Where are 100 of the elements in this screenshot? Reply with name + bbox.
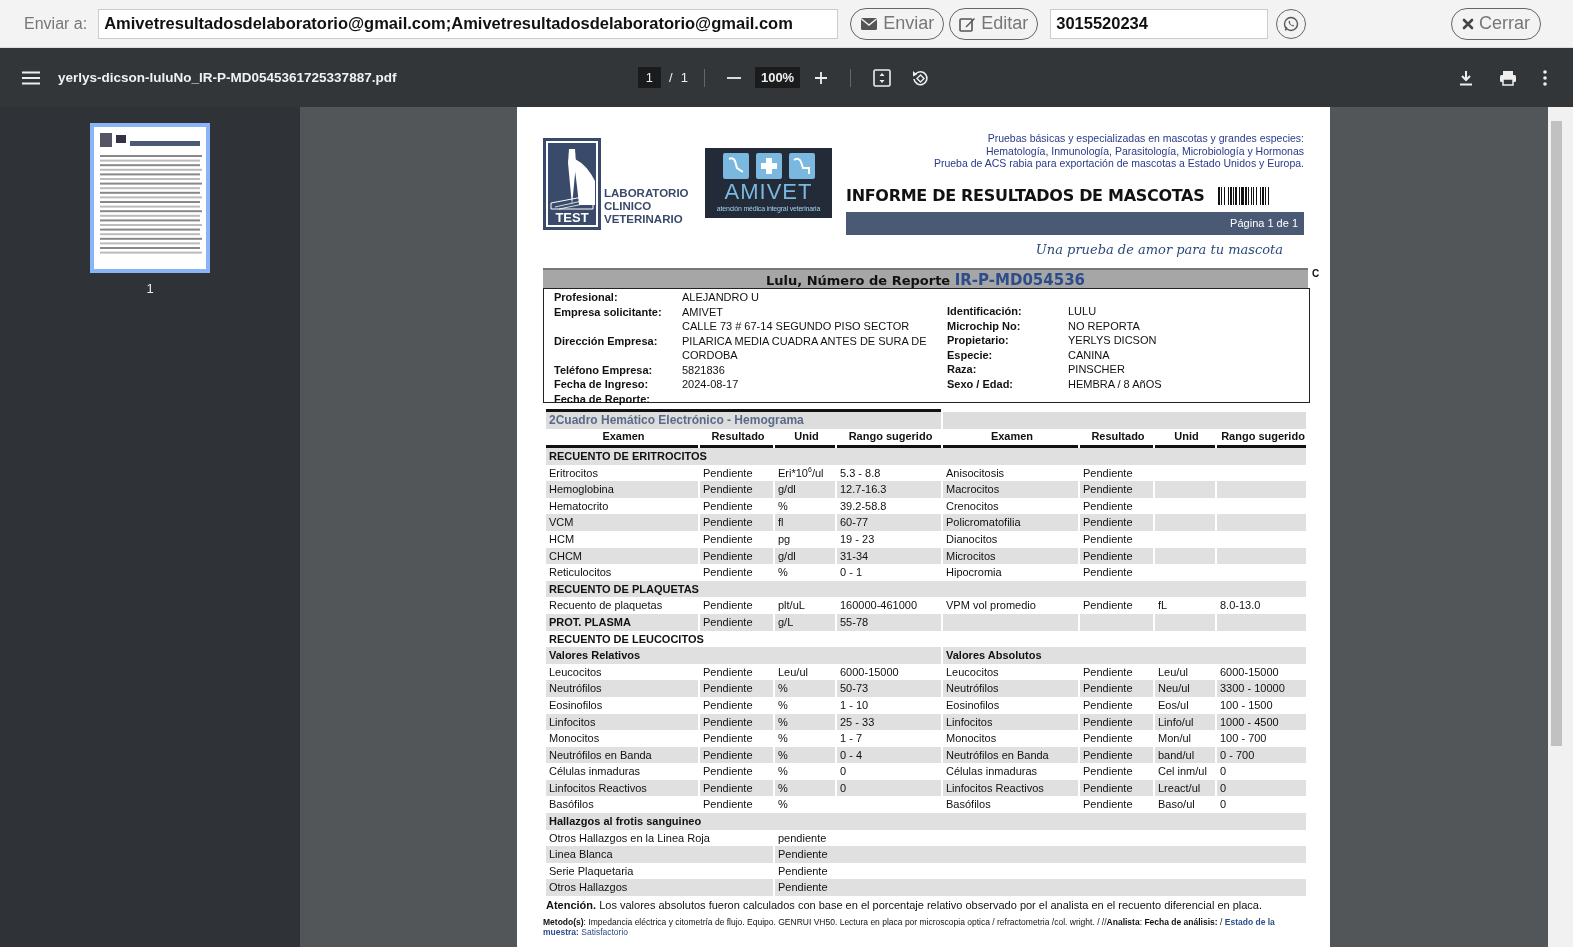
table-cell-text: Células inmaduras bbox=[548, 764, 642, 780]
scrollbar-thumb[interactable] bbox=[1551, 121, 1562, 746]
table-cell-text: Células inmaduras bbox=[945, 764, 1039, 780]
table-cell-text: Pendiente bbox=[702, 465, 754, 481]
field-label: Sexo / Edad: bbox=[947, 376, 1015, 391]
rotate-icon bbox=[911, 68, 930, 87]
table-cell-text: Eos/ul bbox=[1157, 697, 1190, 713]
table-cell: Neutrófilos bbox=[546, 680, 698, 697]
table-cell-text: Monocitos bbox=[548, 731, 601, 747]
send-button[interactable]: Enviar bbox=[850, 7, 945, 40]
print-icon bbox=[1499, 69, 1517, 86]
section-label: RECUENTO DE ERITROCITOS bbox=[546, 448, 1306, 465]
table-cell-text: Leu/ul bbox=[1157, 664, 1189, 680]
field-value: 5821836 bbox=[682, 362, 726, 377]
table-cell-text: % bbox=[777, 565, 789, 581]
field-label: Profesional: bbox=[554, 290, 619, 305]
table-cell-text: Leucocitos bbox=[548, 664, 603, 680]
table-cell-text: Hipocromia bbox=[945, 565, 1003, 581]
table-cell-text: 1 - 7 bbox=[839, 731, 863, 747]
table-cell-text: % bbox=[777, 764, 789, 780]
table-cell: Linea Blanca bbox=[546, 846, 773, 863]
table-cell: 55-78 bbox=[837, 613, 941, 631]
email-field[interactable]: Amivetresultadosdelaboratorio@gmail.com;Amivetresultadosdelaboratorio@gmail.com bbox=[98, 8, 839, 39]
table-cell-text: Dianocitos bbox=[945, 531, 999, 547]
table-cell: Neu/ul bbox=[1155, 680, 1215, 697]
table-cell: Pendiente bbox=[700, 713, 773, 731]
table-cell-text: Pendiente bbox=[1082, 498, 1134, 514]
services-line: Hematología, Inmunología, Parasitología, Microbiología y Hormonas bbox=[985, 144, 1304, 157]
table-cell-text: HCM bbox=[548, 531, 576, 547]
edit-button[interactable]: Editar bbox=[949, 7, 1039, 40]
table-cell-text: Eosinofilos bbox=[548, 697, 604, 713]
table-cell: 1000 - 4500 bbox=[1217, 713, 1306, 731]
lab-name-line: VETERINARIO bbox=[604, 213, 684, 226]
table-cell: Pendiente bbox=[700, 613, 773, 631]
field-value: HEMBRA / 8 AñOS bbox=[1068, 376, 1163, 391]
table-cell: 3300 - 10000 bbox=[1217, 680, 1306, 697]
table-cell: 60-77 bbox=[837, 514, 941, 531]
table-cell-text: Pendiente bbox=[702, 797, 754, 813]
page-thumbnail[interactable] bbox=[90, 123, 210, 273]
table-cell-text: Basófilos bbox=[548, 797, 595, 813]
table-cell: Otros Hallazgos bbox=[546, 879, 773, 897]
table-cell: VCM bbox=[546, 514, 698, 531]
field-label: Fecha de Ingreso: bbox=[554, 377, 650, 392]
table-cell-text: 0 - 1 bbox=[839, 565, 863, 581]
table-cell: Pendiente bbox=[700, 746, 773, 764]
table-cell-text: fL bbox=[1157, 598, 1169, 614]
table-cell: g/dl bbox=[775, 547, 835, 565]
table-cell-text: Basófilos bbox=[945, 797, 992, 813]
table-cell: Pendiente bbox=[1080, 481, 1153, 498]
table-cell-text: Leu/ul bbox=[777, 664, 809, 680]
table-cell-text: Leucocitos bbox=[945, 664, 1000, 680]
table-cell-text: 1 - 10 bbox=[839, 697, 870, 713]
zoom-field[interactable]: 100% bbox=[754, 67, 801, 88]
table-cell-text: Eosinofilos bbox=[945, 697, 1001, 713]
table-cell: Linfo/ul bbox=[1155, 713, 1215, 731]
field-value: YERLYS DICSON bbox=[1068, 333, 1158, 348]
table-cell-text: Reticulocitos bbox=[548, 565, 613, 581]
table-cell-text: 6000-15000 bbox=[839, 664, 900, 680]
field-label: Dirección Empresa: bbox=[554, 333, 659, 348]
attention-note: Atención. Los valores absolutos fueron calculados con base en el porcentaje relativo observado por el analista en el recuento diferencial en placa. bbox=[546, 898, 1264, 914]
margin-mark: C bbox=[1312, 268, 1320, 279]
table-cell: CHCM bbox=[546, 547, 698, 565]
logo-text: TEST bbox=[555, 211, 589, 225]
field-value: CALLE 73 # 67-14 SEGUNDO PISO SECTOR PILARICA MEDIA CUADRA ANTES DE SURA DE CORDOBA bbox=[682, 319, 928, 363]
field-label: Microchip No: bbox=[947, 318, 1022, 333]
phone-field[interactable]: 3015520234 bbox=[1050, 8, 1269, 39]
table-cell-text: % bbox=[777, 797, 789, 813]
close-button[interactable]: Cerrar bbox=[1451, 7, 1541, 40]
plus-icon bbox=[814, 70, 829, 85]
table-cell: Pendiente bbox=[700, 514, 773, 531]
table-cell: Pendiente bbox=[700, 779, 773, 797]
page-count: 1 bbox=[680, 70, 688, 85]
field-value: CANINA bbox=[1068, 347, 1111, 362]
table-cell-text: 8.0-13.0 bbox=[1219, 598, 1262, 614]
table-cell: Pendiente bbox=[1080, 547, 1153, 565]
page-label: 1 bbox=[146, 281, 154, 296]
table-cell-text: Pendiente bbox=[702, 697, 754, 713]
table-cell: % bbox=[775, 713, 835, 731]
table-cell-text: Pendiente bbox=[1082, 531, 1134, 547]
method-note: Metodo(s): Impedancia eléctrica y citometría de flujo. Equipo. GENRUI VH50. Lectura en placa por microscopia optica / refractometria /col. wright. / //Analista: Fecha de análisis: / Estado de la muestra: Satisfactorio bbox=[543, 917, 1276, 938]
table-cell-text: % bbox=[777, 731, 789, 747]
services-line: Prueba de ACS rabia para exportación de mascotas a Estado Unidos y Europa. bbox=[933, 157, 1304, 170]
table-cell-text: Pendiente bbox=[702, 598, 754, 614]
whatsapp-button[interactable] bbox=[1276, 8, 1307, 39]
table-cell-text: Pendiente bbox=[1082, 697, 1134, 713]
table-cell: Linfocitos Reactivos bbox=[546, 779, 698, 797]
table-cell: Pendiente bbox=[700, 680, 773, 697]
table-cell: Neutrófilos bbox=[943, 680, 1078, 697]
table-cell: 50-73 bbox=[837, 680, 941, 697]
scrollbar[interactable] bbox=[1548, 107, 1573, 947]
services-line: Pruebas básicas y especializadas en mascotas y grandes especies: bbox=[987, 132, 1304, 145]
table-cell-text: 160000-461000 bbox=[839, 598, 919, 614]
table-cell-text: pg bbox=[777, 531, 792, 547]
slogan: Una prueba de amor para tu mascota bbox=[1034, 241, 1284, 257]
section-label: Valores Relativos bbox=[546, 647, 941, 664]
page-number-field[interactable]: 1 bbox=[637, 67, 662, 88]
table-cell-text: Cel inm/ul bbox=[1157, 764, 1208, 780]
table-cell-text: Pendiente bbox=[1082, 598, 1134, 614]
field-label: Teléfono Empresa: bbox=[554, 362, 654, 377]
table-cell: Pendiente bbox=[1080, 779, 1153, 797]
